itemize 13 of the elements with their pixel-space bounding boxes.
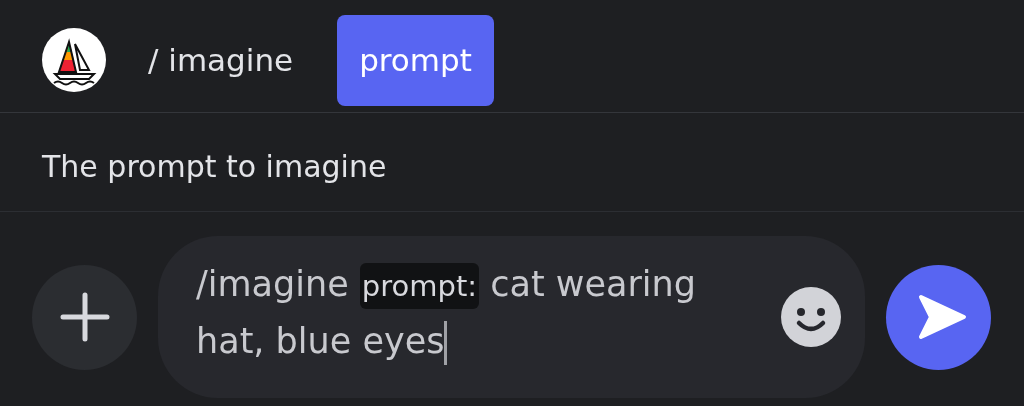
command-text: /imagine <box>196 264 349 304</box>
sailboat-logo-icon <box>42 28 106 92</box>
command-name: / imagine <box>148 42 294 78</box>
text-caret <box>444 321 448 365</box>
option-chip: prompt: <box>359 263 480 309</box>
send-icon <box>916 294 967 340</box>
message-field[interactable]: /imagine prompt: cat wearing hat, blue eyes <box>158 236 865 398</box>
option-tag[interactable]: prompt <box>337 14 494 106</box>
option-description: The prompt to imagine <box>42 149 387 184</box>
message-text: hat, blue eyes <box>196 321 445 361</box>
emoji-icon[interactable] <box>781 287 841 347</box>
plus-icon <box>58 291 111 343</box>
message-text: cat wearing <box>490 264 696 304</box>
